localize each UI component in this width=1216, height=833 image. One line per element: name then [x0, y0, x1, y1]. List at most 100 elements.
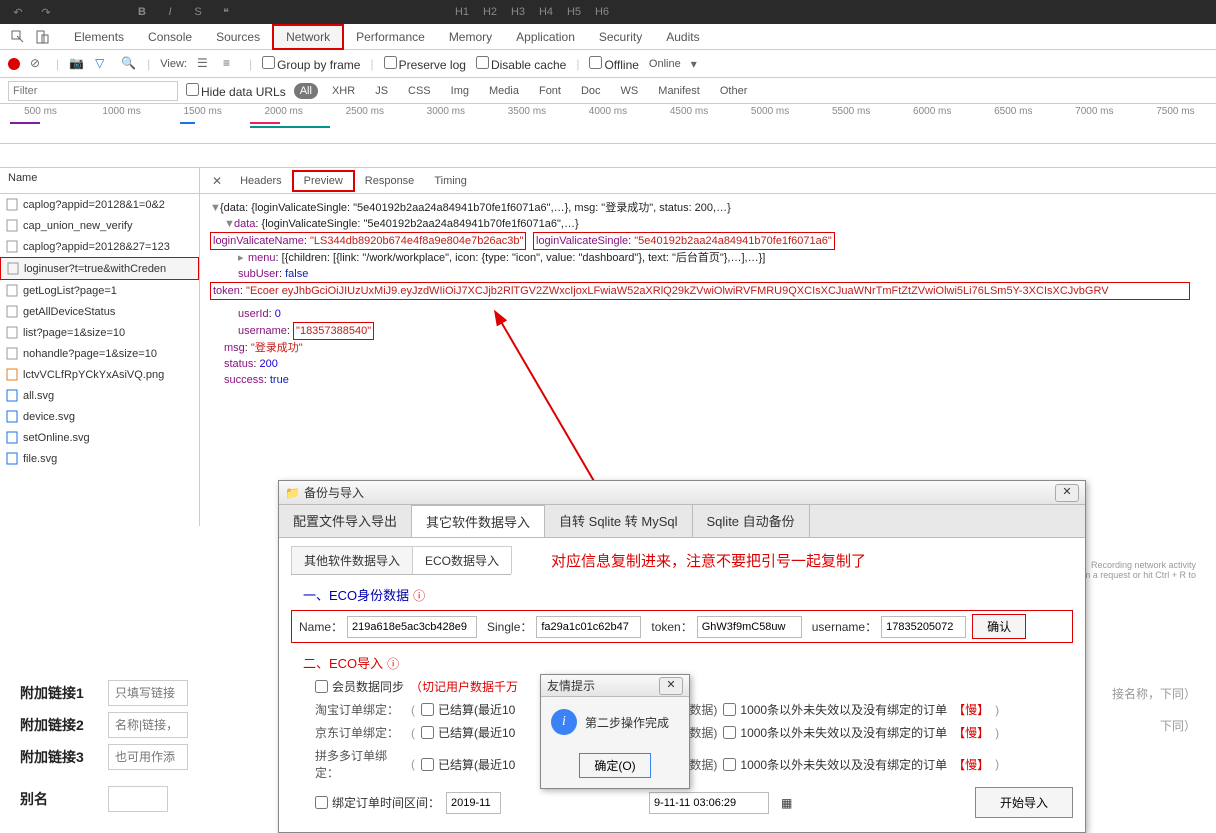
online-label[interactable]: Online — [649, 58, 681, 70]
name-input[interactable] — [347, 616, 477, 638]
username-input[interactable] — [881, 616, 966, 638]
unbound-check[interactable]: 1000条以外未失效以及没有绑定的订单 — [723, 701, 947, 718]
quote-icon[interactable]: ❝ — [216, 3, 236, 21]
request-item[interactable]: getAllDeviceStatus — [0, 301, 199, 322]
redo-icon[interactable]: ↷ — [36, 3, 56, 21]
calendar-icon[interactable]: ▦ — [781, 796, 792, 810]
bold-icon[interactable]: B — [132, 3, 152, 21]
filter-input[interactable] — [8, 81, 178, 101]
filter-media[interactable]: Media — [483, 83, 525, 99]
request-item[interactable]: caplog?appid=20128&1=0&2 — [0, 194, 199, 215]
sub-tab-1[interactable]: ECO数据导入 — [412, 546, 512, 574]
start-import-button[interactable]: 开始导入 — [975, 787, 1073, 818]
camera-icon[interactable]: 📷 — [69, 56, 85, 72]
link1-input[interactable] — [108, 680, 188, 706]
filter-manifest[interactable]: Manifest — [652, 83, 706, 99]
tab-memory[interactable]: Memory — [437, 26, 504, 48]
request-item[interactable]: cap_union_new_verify — [0, 215, 199, 236]
tab-console[interactable]: Console — [136, 26, 204, 48]
filter-img[interactable]: Img — [445, 83, 475, 99]
request-item[interactable]: all.svg — [0, 385, 199, 406]
alias-input[interactable] — [108, 786, 168, 812]
detail-tab-preview[interactable]: Preview — [292, 170, 355, 192]
msgbox-ok-button[interactable]: 确定(O) — [579, 753, 650, 778]
token-input[interactable] — [697, 616, 802, 638]
chevron-down-icon[interactable]: ▾ — [691, 57, 697, 71]
detail-tab-timing[interactable]: Timing — [424, 172, 477, 190]
strike-icon[interactable]: S — [188, 3, 208, 21]
request-item[interactable]: device.svg — [0, 406, 199, 427]
search-icon[interactable]: 🔍 — [121, 56, 137, 72]
link2-input[interactable] — [108, 712, 188, 738]
device-icon[interactable] — [32, 27, 52, 47]
inspect-icon[interactable] — [8, 27, 28, 47]
dlg-tab-3[interactable]: Sqlite 自动备份 — [693, 505, 810, 537]
offline-check[interactable]: Offline — [589, 56, 638, 72]
tab-application[interactable]: Application — [504, 26, 587, 48]
filter-all[interactable]: All — [294, 83, 318, 99]
dlg-tab-0[interactable]: 配置文件导入导出 — [279, 505, 412, 537]
view-list-icon[interactable]: ≡ — [223, 56, 239, 72]
request-item[interactable]: caplog?appid=20128&27=123 — [0, 236, 199, 257]
request-item[interactable]: getLogList?page=1 — [0, 280, 199, 301]
request-item[interactable]: file.svg — [0, 448, 199, 469]
time-range-check[interactable]: 绑定订单时间区间： — [315, 794, 440, 811]
request-item[interactable]: nohandle?page=1&size=10 — [0, 343, 199, 364]
unbound-check[interactable]: 1000条以外未失效以及没有绑定的订单 — [723, 756, 947, 773]
filter-icon[interactable]: ▽ — [95, 56, 111, 72]
hide-data-urls-check[interactable]: Hide data URLs — [186, 83, 286, 99]
view-large-icon[interactable]: ☰ — [197, 56, 213, 72]
record-icon[interactable] — [8, 58, 20, 70]
time-to-input[interactable] — [649, 792, 769, 814]
info-icon[interactable]: ⓘ — [413, 589, 425, 603]
h6-icon[interactable]: H6 — [592, 3, 612, 21]
dialog-close-button[interactable]: ✕ — [1055, 484, 1079, 502]
dlg-tab-2[interactable]: 自转 Sqlite 转 MySql — [545, 505, 692, 537]
filter-doc[interactable]: Doc — [575, 83, 607, 99]
disable-cache-check[interactable]: Disable cache — [476, 56, 566, 72]
confirm-button[interactable]: 确认 — [972, 614, 1026, 639]
tab-elements[interactable]: Elements — [62, 26, 136, 48]
settled-check[interactable]: 已结算(最近10 — [421, 724, 515, 741]
dlg-tab-1[interactable]: 其它软件数据导入 — [412, 505, 545, 537]
detail-tab-response[interactable]: Response — [355, 172, 425, 190]
h4-icon[interactable]: H4 — [536, 3, 556, 21]
settled-check[interactable]: 已结算(最近10 — [421, 756, 515, 773]
tab-security[interactable]: Security — [587, 26, 654, 48]
group-by-frame-check[interactable]: Group by frame — [262, 56, 360, 72]
h3-icon[interactable]: H3 — [508, 3, 528, 21]
filter-css[interactable]: CSS — [402, 83, 437, 99]
request-item[interactable]: list?page=1&size=10 — [0, 322, 199, 343]
italic-icon[interactable]: I — [160, 3, 180, 21]
tab-network[interactable]: Network — [272, 24, 344, 50]
unbound-check[interactable]: 1000条以外未失效以及没有绑定的订单 — [723, 724, 947, 741]
tab-audits[interactable]: Audits — [654, 26, 711, 48]
filter-ws[interactable]: WS — [615, 83, 645, 99]
clear-icon[interactable]: ⊘ — [30, 56, 46, 72]
single-input[interactable] — [536, 616, 641, 638]
detail-tab-headers[interactable]: Headers — [230, 172, 292, 190]
sync-check[interactable]: 会员数据同步 — [315, 678, 404, 695]
request-item[interactable]: loginuser?t=true&withCreden — [0, 257, 199, 280]
filter-other[interactable]: Other — [714, 83, 754, 99]
msgbox-close-button[interactable]: ✕ — [659, 677, 683, 695]
filter-xhr[interactable]: XHR — [326, 83, 361, 99]
timeline[interactable]: 500 ms 1000 ms 1500 ms 2000 ms 2500 ms 3… — [0, 104, 1216, 144]
close-icon[interactable]: ✕ — [204, 174, 230, 188]
h5-icon[interactable]: H5 — [564, 3, 584, 21]
h1-icon[interactable]: H1 — [452, 3, 472, 21]
filter-js[interactable]: JS — [369, 83, 394, 99]
tab-sources[interactable]: Sources — [204, 26, 272, 48]
h2-icon[interactable]: H2 — [480, 3, 500, 21]
request-item[interactable]: setOnline.svg — [0, 427, 199, 448]
undo-icon[interactable]: ↶ — [8, 3, 28, 21]
sub-tab-0[interactable]: 其他软件数据导入 — [291, 546, 413, 574]
link3-input[interactable] — [108, 744, 188, 770]
filter-font[interactable]: Font — [533, 83, 567, 99]
settled-check[interactable]: 已结算(最近10 — [421, 701, 515, 718]
time-from-input[interactable] — [446, 792, 501, 814]
info-icon-2[interactable]: ⓘ — [387, 657, 399, 671]
request-item[interactable]: lctvVCLfRpYCkYxAsiVQ.png — [0, 364, 199, 385]
tab-performance[interactable]: Performance — [344, 26, 437, 48]
preserve-log-check[interactable]: Preserve log — [384, 56, 466, 72]
